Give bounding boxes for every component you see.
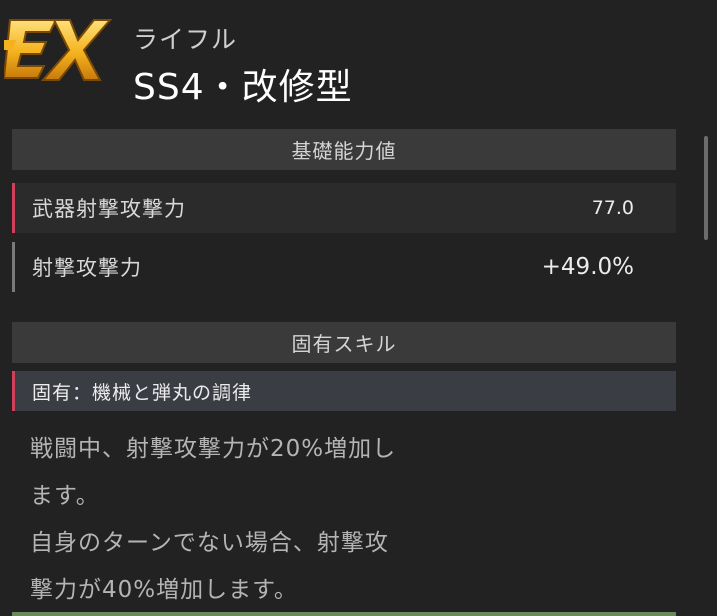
unique-skill-description: 戦闘中、射撃攻撃力が20%増加し ます。 自身のターンでない場合、射撃攻 撃力が…	[30, 426, 450, 614]
description-line: 自身のターンでない場合、射撃攻	[30, 530, 389, 556]
scrollbar[interactable]	[704, 136, 708, 240]
stat-row-shooting-attack: 射撃攻撃力 +49.0%	[12, 242, 676, 292]
stat-label: 射撃攻撃力	[32, 256, 142, 280]
description-line: 戦闘中、射撃攻撃力が20%増加し	[30, 436, 397, 462]
weapon-name: SS4・改修型	[133, 67, 353, 108]
stat-row-weapon-shooting-attack: 武器射撃攻撃力 77.0	[12, 183, 676, 233]
unique-skill-name: 固有：機械と弾丸の調律	[32, 381, 253, 404]
description-line: ます。	[30, 483, 100, 509]
stat-label: 武器射撃攻撃力	[32, 197, 186, 221]
weapon-header: ライフル SS4・改修型	[0, 0, 717, 120]
stat-accent-bar	[12, 242, 15, 292]
description-line: 撃力が40%増加します。	[30, 577, 298, 603]
weapon-type-label: ライフル	[133, 25, 238, 54]
unique-skill-name-row: 固有：機械と弾丸の調律	[12, 371, 676, 411]
stat-value: +49.0%	[541, 254, 634, 280]
unique-skill-header: 固有スキル	[12, 322, 676, 363]
skill-accent-bar	[12, 371, 15, 411]
stat-accent-bar	[12, 183, 15, 233]
stat-value: 77.0	[591, 197, 634, 219]
ex-rank-logo	[4, 19, 112, 81]
base-stats-header: 基礎能力値	[12, 129, 676, 170]
next-section-edge	[12, 612, 676, 616]
